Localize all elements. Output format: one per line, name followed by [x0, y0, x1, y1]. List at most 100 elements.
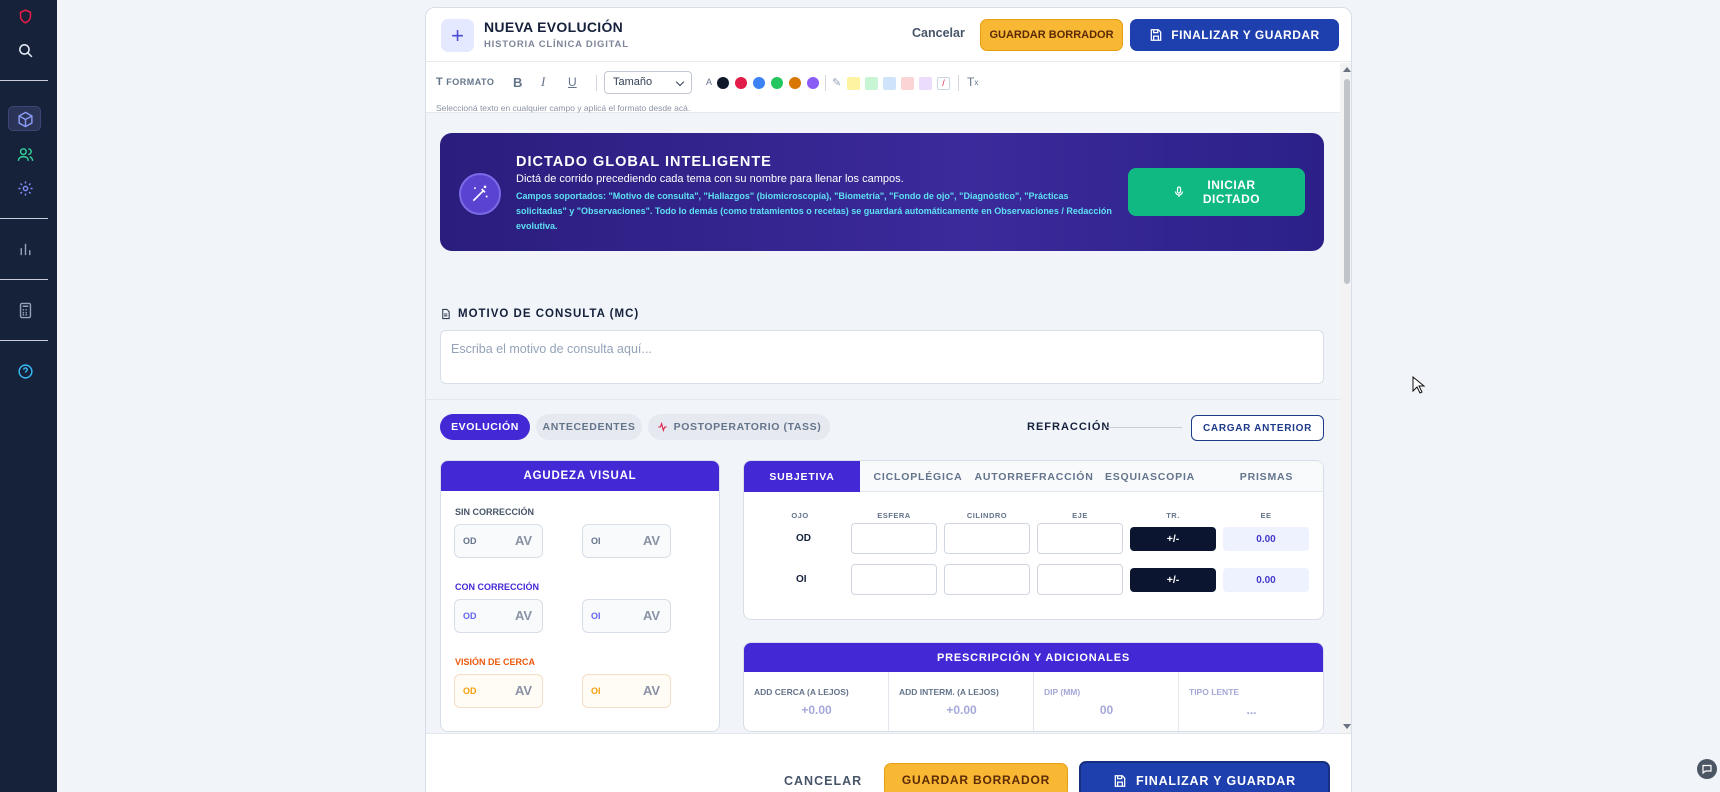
od-cilindro-input[interactable] [944, 523, 1030, 554]
footer-finalize-save-button[interactable]: FINALIZAR Y GUARDAR [1079, 761, 1330, 792]
tab-prismas[interactable]: PRISMAS [1208, 461, 1323, 492]
page-title: NUEVA EVOLUCIÓN [484, 19, 624, 35]
color-swatch-black[interactable] [717, 77, 729, 89]
oi-ee-value: 0.00 [1223, 568, 1309, 592]
eye-label: OD [463, 536, 477, 546]
finalize-save-button[interactable]: FINALIZAR Y GUARDAR [1130, 19, 1339, 51]
av-placeholder: AV [643, 683, 661, 698]
magic-wand-icon [459, 173, 501, 215]
motivo-consulta-input[interactable]: Escriba el motivo de consulta aquí... [440, 330, 1324, 384]
av-sc-od-input[interactable]: OD AV [454, 524, 543, 558]
tab-postoperatorio-label: POSTOPERATORIO (TASS) [673, 421, 822, 433]
add-cerca-field[interactable]: ADD CERCA (A LEJOS) +0.00 [744, 672, 889, 731]
save-draft-button[interactable]: GUARDAR BORRADOR [980, 19, 1123, 51]
sidebar [0, 0, 57, 792]
font-size-select[interactable]: Tamaño [604, 71, 692, 94]
microphone-icon [1174, 186, 1183, 197]
dip-field[interactable]: DIP (MM) 00 [1034, 672, 1179, 731]
help-icon[interactable] [0, 356, 50, 386]
cancel-button[interactable]: Cancelar [912, 26, 965, 40]
highlight-swatch-pink[interactable] [901, 77, 914, 90]
color-swatch-green[interactable] [771, 77, 783, 89]
format-label-text: FORMATO [446, 77, 495, 87]
color-swatch-orange[interactable] [789, 77, 801, 89]
add-interm-value: +0.00 [946, 703, 977, 717]
highlight-swatch-blue[interactable] [883, 77, 896, 90]
dictation-supported-fields: Campos soportados: "Motivo de consulta",… [516, 191, 1112, 231]
av-placeholder: AV [643, 608, 661, 623]
oi-eje-input[interactable] [1037, 564, 1123, 595]
format-label: T FORMATO [436, 73, 494, 91]
av-cc-od-input[interactable]: OD AV [454, 599, 543, 633]
search-icon[interactable] [0, 35, 50, 65]
color-swatch-blue[interactable] [753, 77, 765, 89]
tab-cicloplegica[interactable]: CICLOPLÉGICA [860, 461, 976, 492]
oi-esfera-input[interactable] [851, 564, 937, 595]
color-swatch-red[interactable] [735, 77, 747, 89]
oi-cilindro-input[interactable] [944, 564, 1030, 595]
prescription-title: PRESCRIPCIÓN Y ADICIONALES [744, 643, 1323, 672]
color-swatch-purple[interactable] [807, 77, 819, 89]
tab-esquiascopia[interactable]: ESQUIASCOPIA [1092, 461, 1208, 492]
sidebar-divider [0, 340, 48, 341]
start-dictation-line1: INICIAR [1207, 178, 1256, 192]
highlight-swatch-green[interactable] [865, 77, 878, 90]
no-highlight-icon[interactable]: / [937, 77, 950, 90]
add-cerca-label: ADD CERCA (A LEJOS) [754, 687, 849, 697]
scroll-down-arrow[interactable] [1343, 724, 1351, 729]
row-eye-oi: OI [796, 574, 807, 585]
oi-transpose-button[interactable]: +/- [1130, 568, 1216, 592]
av-placeholder: AV [643, 533, 661, 548]
tab-autorrefraccion[interactable]: AUTORREFRACCIÓN [974, 461, 1092, 492]
od-esfera-input[interactable] [851, 523, 937, 554]
eye-label: OD [463, 686, 477, 696]
highlight-swatch-yellow[interactable] [847, 77, 860, 90]
start-dictation-button[interactable]: INICIAR DICTADO [1128, 168, 1305, 216]
load-previous-button[interactable]: CARGAR ANTERIOR [1191, 415, 1324, 441]
av-near-oi-input[interactable]: OI AV [582, 674, 671, 708]
visual-acuity-title: AGUDEZA VISUAL [441, 461, 719, 491]
footer-cancel-button[interactable]: CANCELAR [784, 774, 862, 788]
bold-icon[interactable]: B [513, 73, 522, 91]
tab-postoperatorio[interactable]: POSTOPERATORIO (TASS) [648, 414, 830, 440]
add-interm-field[interactable]: ADD INTERM. (A LEJOS) +0.00 [889, 672, 1034, 731]
sin-correccion-label: SIN CORRECCIÓN [455, 507, 535, 517]
av-sc-oi-input[interactable]: OI AV [582, 524, 671, 558]
av-cc-oi-input[interactable]: OI AV [582, 599, 671, 633]
shield-icon[interactable] [0, 1, 50, 31]
bar-chart-icon[interactable] [0, 234, 50, 264]
tab-antecedentes[interactable]: ANTECEDENTES [536, 414, 642, 440]
panel-header: + NUEVA EVOLUCIÓN HISTORIA CLÍNICA DIGIT… [426, 8, 1351, 62]
chat-icon[interactable] [1697, 759, 1717, 779]
clear-format-icon[interactable]: Tx [967, 73, 978, 91]
od-eje-input[interactable] [1037, 523, 1123, 554]
highlight-swatch-lilac[interactable] [919, 77, 932, 90]
refraccion-line [1107, 427, 1182, 428]
od-transpose-button[interactable]: +/- [1130, 527, 1216, 551]
column-header-ojo: OJO [791, 511, 809, 520]
calculator-icon[interactable] [0, 295, 50, 325]
tab-subjetiva[interactable]: SUBJETIVA [744, 461, 860, 492]
tipo-lente-label: TIPO LENTE [1189, 687, 1240, 697]
footer-finalize-label: FINALIZAR Y GUARDAR [1136, 774, 1296, 788]
italic-icon[interactable]: I [541, 73, 545, 91]
eye-label: OI [591, 536, 601, 546]
underline-icon[interactable]: U [568, 73, 577, 91]
users-icon[interactable] [0, 139, 50, 169]
scroll-up-arrow[interactable] [1343, 67, 1351, 72]
evolution-panel: + NUEVA EVOLUCIÓN HISTORIA CLÍNICA DIGIT… [425, 7, 1352, 792]
column-header-ee: EE [1260, 511, 1272, 520]
gear-icon[interactable] [0, 173, 50, 203]
scrollbar[interactable] [1340, 63, 1351, 733]
footer-save-draft-button[interactable]: GUARDAR BORRADOR [884, 763, 1068, 792]
tab-evolucion[interactable]: EVOLUCIÓN [440, 414, 530, 440]
scroll-thumb[interactable] [1344, 79, 1350, 284]
sidebar-divider [0, 279, 48, 280]
toolbar-divider [825, 75, 826, 91]
page-subtitle: HISTORIA CLÍNICA DIGITAL [484, 39, 629, 50]
eye-label: OD [463, 611, 477, 621]
av-near-od-input[interactable]: OD AV [454, 674, 543, 708]
toolbar-divider [596, 75, 597, 91]
tipo-lente-field[interactable]: TIPO LENTE ... [1179, 672, 1323, 731]
cube-icon[interactable] [0, 104, 50, 134]
